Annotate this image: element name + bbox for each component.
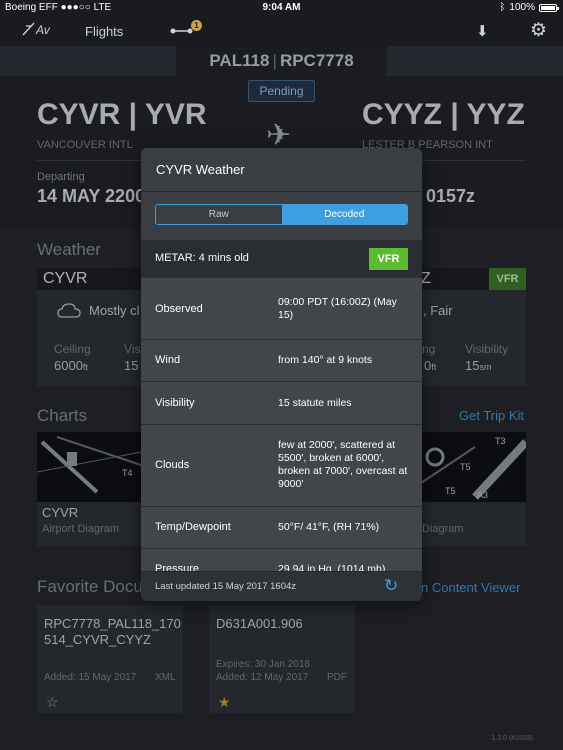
raw-decoded-segmented-control: Raw Decoded [155,204,408,225]
av-logo-icon[interactable]: Av [22,22,50,37]
popover-title: CYVR Weather [156,162,245,177]
battery-percent: 100% [509,2,535,13]
weather-row-observed: Observed 09:00 PDT (16:00Z) (May 15) [141,278,422,340]
segment-decoded[interactable]: Decoded [281,205,407,224]
nav-bar: Av Flights 1 ⬇ ⚙ [0,16,563,46]
download-icon[interactable]: ⬇ [476,22,489,40]
tab-flights[interactable]: Flights [85,24,123,39]
logo-text: Av [36,23,50,37]
row-value: few at 2000', scattered at 5500', broken… [278,439,408,490]
popover-footer: Last updated 15 May 2017 1604z ↻ [141,571,422,601]
row-label: Wind [155,354,181,366]
clock: 9:04 AM [262,2,301,13]
row-label: Pressure [155,563,200,571]
bluetooth-icon: ᛒ [499,2,506,13]
status-right: ᛒ 100% [499,2,559,13]
row-label: Observed [155,303,203,315]
row-label: Clouds [155,459,190,471]
row-value: 09:00 PDT (16:00Z) (May 15) [278,296,397,321]
row-value: 29.94 in Hg, (1014 mb) [278,563,386,571]
weather-row-temp-dewpoint: Temp/Dewpoint 50°F/ 41°F, (RH 71%) [141,507,422,549]
popover-divider [141,191,422,192]
decoded-weather-list[interactable]: Observed 09:00 PDT (16:00Z) (May 15) Win… [141,278,422,571]
row-value: from 140° at 9 knots [278,354,373,366]
weather-popover: CYVR Weather Raw Decoded METAR: 4 mins o… [141,148,422,601]
row-value: 50°F/ 41°F, (RH 71%) [278,521,380,533]
weather-row-pressure: Pressure 29.94 in Hg, (1014 mb) [141,549,422,571]
weather-row-clouds: Clouds few at 2000', scattered at 5500',… [141,425,422,507]
metar-age-label: METAR: 4 mins old [155,252,249,264]
refresh-icon[interactable]: ↻ [384,576,398,596]
row-label: Visibility [155,397,195,409]
last-updated-label: Last updated 15 May 2017 1604z [155,581,297,592]
metar-header-row: METAR: 4 mins old VFR [141,240,422,278]
segment-raw[interactable]: Raw [156,205,282,224]
weather-row-wind: Wind from 140° at 9 knots [141,340,422,382]
status-bar: Boeing EFF ●●●○○ LTE 9:04 AM ᛒ 100% [0,0,563,16]
row-value: 15 statute miles [278,397,352,409]
row-label: Temp/Dewpoint [155,521,231,533]
gear-icon[interactable]: ⚙ [530,19,547,42]
vfr-badge: VFR [369,248,408,270]
weather-row-visibility: Visibility 15 statute miles [141,382,422,425]
battery-icon [539,3,559,12]
route-badge: 1 [191,20,202,31]
